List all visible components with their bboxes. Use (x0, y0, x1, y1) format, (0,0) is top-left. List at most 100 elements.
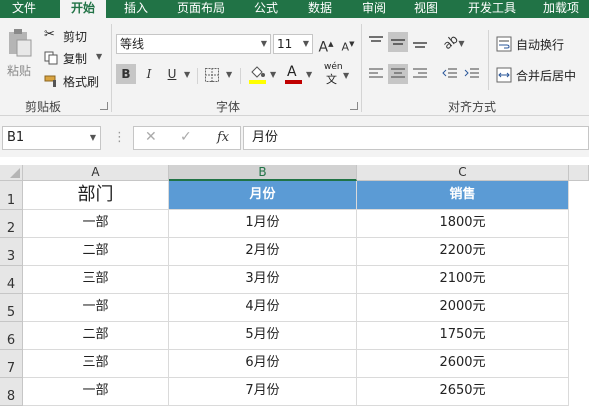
column-header-d[interactable] (569, 165, 589, 181)
align-left-icon[interactable] (366, 64, 386, 84)
cell-b5[interactable]: 4月份 (169, 294, 357, 322)
group-divider (111, 24, 112, 112)
increase-indent-icon[interactable] (462, 64, 482, 84)
format-painter-label: 格式刷 (63, 75, 100, 89)
formula-bar: B1 ▼ ⋮ ✕ ✓ fx 月份 (0, 116, 589, 157)
cell-c8[interactable]: 2650元 (357, 378, 569, 406)
row-header-4[interactable]: 4 (0, 266, 23, 294)
paste-icon (9, 29, 32, 57)
column-header-c[interactable]: C (357, 165, 569, 181)
cell-b7[interactable]: 6月份 (169, 350, 357, 378)
font-size-combo[interactable]: 11 ▼ (273, 34, 313, 54)
italic-button[interactable]: I (139, 64, 159, 84)
underline-button[interactable]: U (162, 64, 182, 84)
cell-b4[interactable]: 3月份 (169, 266, 357, 294)
font-name-value: 等线 (120, 37, 145, 51)
cell-a8[interactable]: 一部 (23, 378, 169, 406)
formula-bar-grip-icon[interactable]: ⋮ (113, 130, 126, 145)
tab-developer[interactable]: 开发工具 (460, 0, 524, 18)
row-header-5[interactable]: 5 (0, 294, 23, 322)
format-painter-icon (44, 75, 56, 87)
chevron-down-icon[interactable]: ▼ (184, 70, 190, 79)
column-header-a[interactable]: A (23, 165, 169, 181)
clipboard-launcher-icon[interactable] (100, 102, 108, 110)
cell-c6[interactable]: 1750元 (357, 322, 569, 350)
font-launcher-icon[interactable] (350, 102, 358, 110)
name-box[interactable]: B1 ▼ (2, 126, 101, 150)
formula-input[interactable]: 月份 (243, 126, 589, 150)
cell-b8[interactable]: 7月份 (169, 378, 357, 406)
align-right-icon[interactable] (410, 64, 430, 84)
cell-b2[interactable]: 1月份 (169, 210, 357, 238)
font-name-combo[interactable]: 等线 ▼ (116, 34, 271, 54)
cell-b3[interactable]: 2月份 (169, 238, 357, 266)
worksheet-grid: ABC 12345678 部门 月份 销售 一部 1月份 1800元 二部 2月份 2200元三… (0, 157, 589, 410)
align-middle-icon[interactable] (388, 32, 408, 52)
tab-page-layout[interactable]: 页面布局 (170, 0, 232, 18)
font-color-button[interactable]: A ▼ (283, 64, 317, 86)
row-header-8[interactable]: 8 (0, 378, 23, 406)
merge-center-button[interactable]: 合并后居中 (496, 65, 589, 85)
cell-c5[interactable]: 2000元 (357, 294, 569, 322)
fill-color-button[interactable]: ▼ (247, 64, 281, 86)
align-top-icon[interactable] (366, 32, 386, 52)
bold-button[interactable]: B (116, 64, 136, 84)
cell-c4[interactable]: 2100元 (357, 266, 569, 294)
decrease-indent-icon[interactable] (440, 64, 460, 84)
merge-center-label: 合并后居中 (516, 69, 577, 83)
insert-function-icon[interactable]: fx (217, 130, 229, 145)
cell-a5[interactable]: 一部 (23, 294, 169, 322)
cell-c7[interactable]: 2600元 (357, 350, 569, 378)
cut-button[interactable]: ✂ 剪切 (44, 27, 96, 45)
cell-b1[interactable]: 月份 (169, 181, 357, 210)
tab-file[interactable]: 文件 (0, 0, 48, 18)
tab-formulas[interactable]: 公式 (246, 0, 286, 18)
chevron-down-icon: ▼ (343, 71, 350, 80)
increase-font-icon[interactable]: A▲ (316, 34, 336, 56)
divider (488, 30, 489, 90)
border-button[interactable]: ▼ (204, 65, 236, 85)
cell-a6[interactable]: 二部 (23, 322, 169, 350)
select-all-button[interactable] (0, 165, 23, 181)
tab-data[interactable]: 数据 (300, 0, 340, 18)
cell-a3[interactable]: 二部 (23, 238, 169, 266)
tab-review[interactable]: 审阅 (354, 0, 394, 18)
cancel-icon[interactable]: ✕ (145, 129, 157, 145)
align-bottom-icon[interactable] (410, 32, 430, 52)
tab-insert[interactable]: 插入 (116, 0, 156, 18)
column-header-b[interactable]: B (169, 165, 357, 181)
row-header-1[interactable]: 1 (0, 181, 23, 210)
cell-a2[interactable]: 一部 (23, 210, 169, 238)
merge-center-icon (496, 67, 512, 83)
tab-addins[interactable]: 加载项 (536, 0, 586, 18)
border-icon (205, 68, 219, 82)
format-painter-button[interactable]: 格式刷 (44, 72, 104, 90)
cell-c1[interactable]: 销售 (357, 181, 569, 210)
decrease-font-icon[interactable]: A▼ (338, 34, 358, 54)
wrap-text-button[interactable]: 自动换行 (496, 34, 586, 54)
row-header-7[interactable]: 7 (0, 350, 23, 378)
cell-c3[interactable]: 2200元 (357, 238, 569, 266)
paint-bucket-icon (251, 66, 265, 78)
font-color-bar (285, 80, 302, 84)
phonetic-button[interactable]: wén 文 ▼ (322, 62, 352, 86)
cell-a4[interactable]: 三部 (23, 266, 169, 294)
tab-home[interactable]: 开始 (60, 0, 106, 18)
cell-a7[interactable]: 三部 (23, 350, 169, 378)
name-box-value: B1 (7, 130, 25, 145)
orientation-icon[interactable]: ab▼ (440, 32, 468, 52)
ribbon-tab-bar: 文件 开始 插入 页面布局 公式 数据 审阅 视图 开发工具 加载项 (0, 0, 589, 18)
row-header-2[interactable]: 2 (0, 210, 23, 238)
paste-label: 粘贴 (7, 64, 32, 78)
cell-c2[interactable]: 1800元 (357, 210, 569, 238)
row-header-6[interactable]: 6 (0, 322, 23, 350)
copy-button[interactable]: 复制 ▼ (44, 49, 106, 67)
tab-view[interactable]: 视图 (406, 0, 446, 18)
row-header-3[interactable]: 3 (0, 238, 23, 266)
cell-b6[interactable]: 5月份 (169, 322, 357, 350)
enter-check-icon[interactable]: ✓ (180, 129, 192, 145)
alignment-group-label: 对齐方式 (448, 100, 497, 114)
align-center-icon[interactable] (388, 64, 408, 84)
paste-button[interactable]: 粘贴 (4, 26, 36, 82)
cell-a1[interactable]: 部门 (23, 181, 169, 210)
